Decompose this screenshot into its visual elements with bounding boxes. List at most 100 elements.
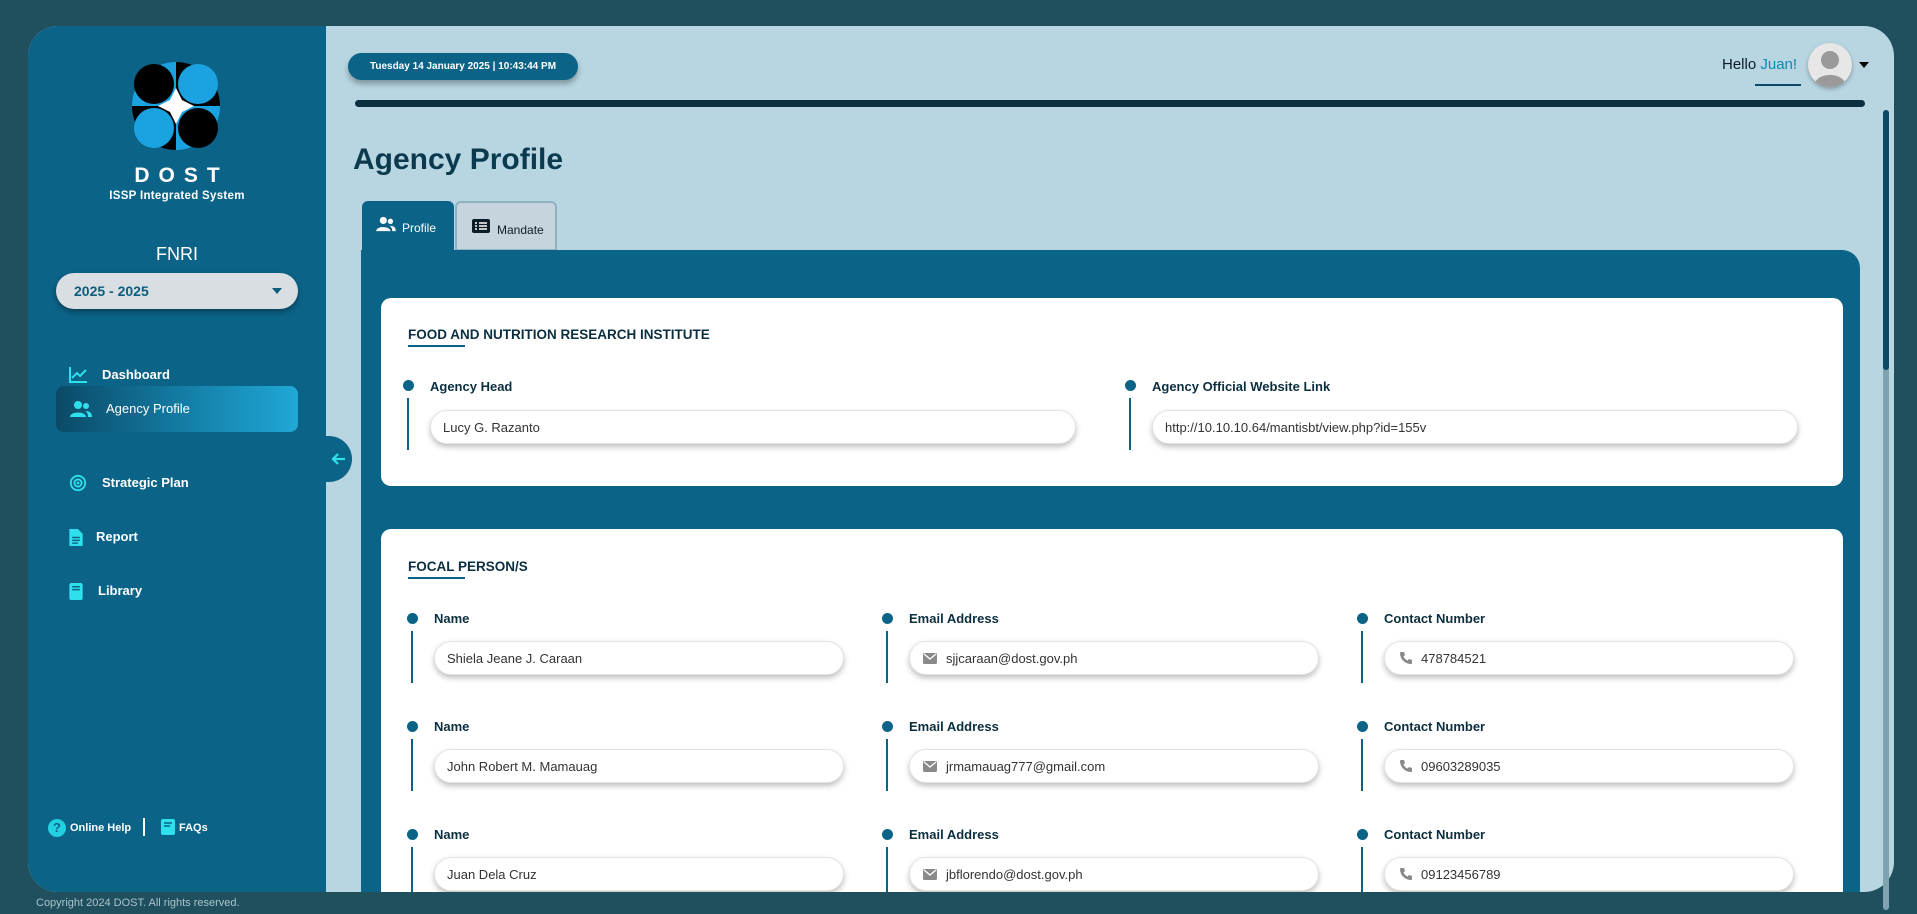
sidebar-item-label: Dashboard [102,367,170,382]
greeting-underline [1755,84,1801,86]
contact-value: 478784521 [1421,651,1487,666]
frame-bottom-mask [0,892,1917,914]
copyright-text: Copyright 2024 DOST. All rights reserved… [36,897,240,909]
email-label: Email Address [909,611,999,626]
field-marker [1125,380,1136,391]
name-label: Name [434,719,470,734]
user-menu-caret-icon[interactable] [1859,62,1869,68]
sidebar-item-agency-profile[interactable]: Agency Profile [56,386,298,432]
email-label: Email Address [909,827,999,842]
field-marker-line [886,631,888,683]
title-underline [408,345,465,347]
dost-logo [132,62,220,150]
email-value: jbflorendo@dost.gov.ph [946,867,1083,882]
book-icon [69,582,83,601]
field-marker [1357,613,1368,624]
sidebar-item-label: Agency Profile [106,401,190,416]
contact-label: Contact Number [1384,611,1486,626]
brand-name: DOST [134,164,229,187]
avatar[interactable] [1808,43,1852,87]
field-marker [407,613,418,624]
email-field[interactable]: jrmamauag777@gmail.com [909,749,1319,783]
brand-subtitle: ISSP Integrated System [109,190,245,202]
contact-field[interactable]: 09123456789 [1384,857,1794,891]
envelope-icon [923,653,937,664]
help-divider [143,818,145,836]
agency-card: FOOD AND NUTRITION RESEARCH INSTITUTE Ag… [381,298,1843,486]
email-value: sjjcaraan@dost.gov.ph [946,651,1078,666]
faqs-link[interactable]: FAQs [179,822,208,834]
contact-field[interactable]: 09603289035 [1384,749,1794,783]
sidebar-item-label: Strategic Plan [102,475,189,490]
user-greeting[interactable]: Hello Juan! [1722,56,1797,73]
name-label: Name [434,827,470,842]
contact-label: Contact Number [1384,827,1486,842]
sidebar-item-label: Library [98,583,143,598]
arrow-left-icon [331,453,345,465]
agency-head-field[interactable]: Lucy G. Razanto [430,410,1076,444]
contact-value: 09603289035 [1421,759,1501,774]
tab-label: Mandate [497,223,544,237]
year-select-value: 2025 - 2025 [74,283,149,299]
field-marker-line [411,739,413,791]
user-name: Juan! [1760,56,1798,73]
list-icon [472,219,490,233]
users-icon [376,216,396,232]
field-marker [1357,721,1368,732]
help-circle-icon[interactable]: ? [48,819,66,837]
envelope-icon [923,761,937,772]
email-field[interactable]: jbflorendo@dost.gov.ph [909,857,1319,891]
field-marker-line [1361,631,1363,683]
envelope-icon [923,869,937,880]
online-help-link[interactable]: Online Help [70,822,131,834]
email-field[interactable]: sjjcaraan@dost.gov.ph [909,641,1319,675]
agency-code: FNRI [156,244,198,264]
faq-book-icon[interactable] [160,818,176,836]
agency-card-title: FOOD AND NUTRITION RESEARCH INSTITUTE [408,327,710,342]
name-label: Name [434,611,470,626]
contact-label: Contact Number [1384,719,1486,734]
contact-field[interactable]: 478784521 [1384,641,1794,675]
phone-icon [1400,760,1412,772]
chart-line-icon [69,367,87,383]
document-icon [69,528,83,547]
email-label: Email Address [909,719,999,734]
tab-profile[interactable]: Profile [362,201,454,251]
phone-icon [1400,868,1412,880]
website-field[interactable]: http://10.10.10.64/mantisbt/view.php?id=… [1152,410,1798,444]
website-label: Agency Official Website Link [1152,379,1331,394]
field-marker [403,380,414,391]
field-marker-line [1361,739,1363,791]
header-divider-bar [355,100,1865,107]
title-underline [408,577,465,579]
field-marker [882,613,893,624]
field-marker-line [1129,398,1131,450]
agency-head-label: Agency Head [430,379,513,394]
focal-persons-card: FOCAL PERSON/S Name Shiela Jeane J. Cara… [381,529,1843,899]
name-value: John Robert M. Mamauag [447,759,598,774]
users-icon [70,401,92,417]
field-marker-line [411,631,413,683]
user-silhouette-icon [1814,51,1846,87]
field-marker [407,721,418,732]
website-value: http://10.10.10.64/mantisbt/view.php?id=… [1165,420,1427,435]
name-field[interactable]: John Robert M. Mamauag [434,749,844,783]
sidebar-item-strategic-plan[interactable]: Strategic Plan [56,460,298,506]
tab-label: Profile [402,221,437,235]
datetime-pill: Tuesday 14 January 2025 | 10:43:44 PM [348,53,578,80]
sidebar-item-report[interactable]: Report [56,514,298,560]
sidebar-item-library[interactable]: Library [56,568,298,614]
field-marker [882,721,893,732]
target-icon [69,474,87,492]
name-value: Shiela Jeane J. Caraan [447,651,583,666]
name-field[interactable]: Shiela Jeane J. Caraan [434,641,844,675]
tab-mandate[interactable]: Mandate [455,201,557,251]
page-title: Agency Profile [353,143,564,176]
scrollbar-thumb[interactable] [1883,110,1889,370]
name-field[interactable]: Juan Dela Cruz [434,857,844,891]
focal-card-title: FOCAL PERSON/S [408,559,528,574]
field-marker [407,829,418,840]
field-marker [1357,829,1368,840]
field-marker [882,829,893,840]
year-select[interactable]: 2025 - 2025 [56,273,298,309]
